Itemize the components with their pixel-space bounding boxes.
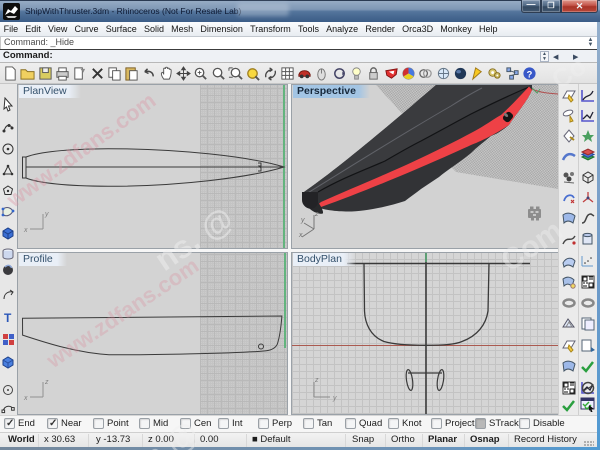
svg-text:z: z xyxy=(314,377,319,384)
svg-text:x: x xyxy=(23,227,28,234)
svg-text:z: z xyxy=(314,211,319,218)
svg-text:z: z xyxy=(44,379,49,386)
svg-text:T: T xyxy=(4,311,12,325)
svg-text:?: ? xyxy=(527,69,533,79)
svg-text:x: x xyxy=(23,395,28,402)
svg-text:x: x xyxy=(298,232,303,239)
svg-text:y: y xyxy=(300,217,305,224)
svg-text:y: y xyxy=(332,395,337,402)
svg-text:y: y xyxy=(44,211,49,218)
